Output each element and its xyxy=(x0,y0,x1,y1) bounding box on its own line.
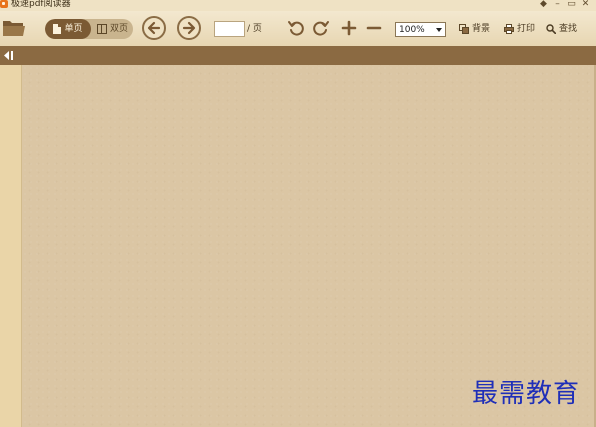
double-page-icon xyxy=(96,24,107,34)
page-number-input[interactable] xyxy=(214,21,245,37)
menu-diamond-icon[interactable]: ◆ xyxy=(539,0,548,9)
maximize-icon[interactable]: ▭ xyxy=(567,0,576,9)
page-total-label: / 页 xyxy=(247,24,262,34)
zoom-out-button[interactable] xyxy=(365,19,383,37)
minimize-icon[interactable]: – xyxy=(553,0,562,9)
find-label: 查找 xyxy=(559,24,578,34)
background-button[interactable]: 背景 xyxy=(459,23,490,35)
sidebar-toggle-icon xyxy=(4,51,13,60)
background-icon xyxy=(459,24,469,34)
open-file-button[interactable] xyxy=(1,17,27,39)
folder-icon xyxy=(3,21,25,36)
find-button[interactable]: 查找 xyxy=(546,23,577,35)
rotate-ccw-icon xyxy=(288,21,304,36)
title-bar: 极速pdf阅读器 ◆ – ▭ ✕ xyxy=(0,0,596,11)
document-viewport[interactable] xyxy=(22,65,596,427)
left-sidebar-panel xyxy=(0,65,22,427)
minus-icon xyxy=(366,26,382,30)
rotate-right-button[interactable] xyxy=(312,19,330,37)
chevron-down-icon xyxy=(436,28,442,32)
next-page-button[interactable] xyxy=(177,16,201,40)
window-controls: ◆ – ▭ ✕ xyxy=(539,0,590,9)
double-page-label: 双页 xyxy=(109,24,128,34)
print-label: 打印 xyxy=(517,24,536,34)
pdf-reader-window: 极速pdf阅读器 ◆ – ▭ ✕ 单页 双页 / 页 100% 背景 打印 查找… xyxy=(0,0,596,427)
printer-icon xyxy=(504,24,514,34)
double-page-button[interactable]: 双页 xyxy=(92,19,133,39)
rotate-cw-icon xyxy=(313,21,329,36)
close-icon[interactable]: ✕ xyxy=(581,0,590,9)
single-page-button[interactable]: 单页 xyxy=(45,19,91,39)
single-page-label: 单页 xyxy=(64,24,83,34)
search-icon xyxy=(546,24,556,34)
view-mode-toggle: 单页 双页 xyxy=(45,19,133,39)
rotate-left-button[interactable] xyxy=(287,19,305,37)
previous-page-button[interactable] xyxy=(142,16,166,40)
zoom-level-value: 100% xyxy=(399,25,425,35)
sidebar-toggle-button[interactable] xyxy=(2,50,14,61)
sidebar-header-bar xyxy=(0,46,596,65)
arrow-right-icon xyxy=(182,21,196,35)
plus-icon xyxy=(341,20,357,36)
toolbar: 单页 双页 / 页 100% 背景 打印 查找 xyxy=(0,11,596,46)
print-button[interactable]: 打印 xyxy=(504,23,535,35)
arrow-left-icon xyxy=(147,21,161,35)
background-label: 背景 xyxy=(472,24,491,34)
zoom-in-button[interactable] xyxy=(340,19,358,37)
zoom-level-select[interactable]: 100% xyxy=(395,22,446,37)
single-page-icon xyxy=(53,24,62,34)
app-logo-icon xyxy=(0,0,8,8)
window-title: 极速pdf阅读器 xyxy=(11,0,71,9)
watermark-text: 最需教育 xyxy=(472,379,581,409)
